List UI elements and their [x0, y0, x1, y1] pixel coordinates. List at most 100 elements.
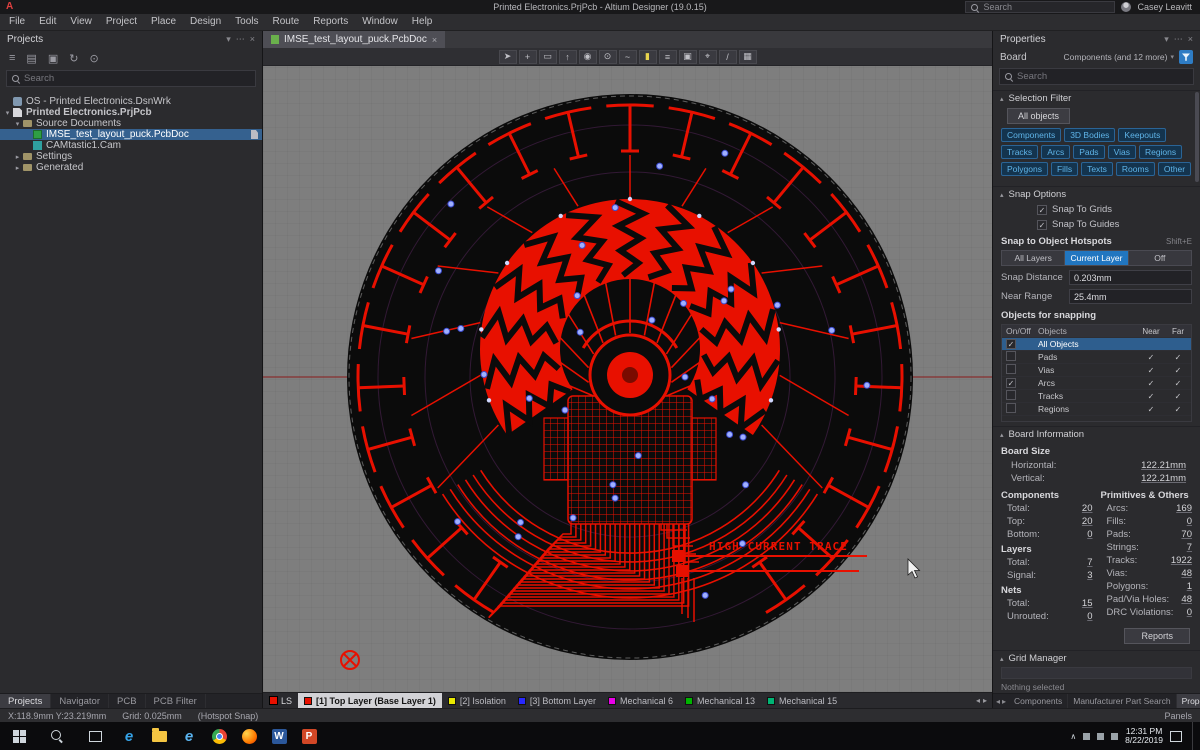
- expander-icon[interactable]: ▸: [13, 153, 22, 161]
- scrollbar[interactable]: [1195, 92, 1199, 182]
- hotspot-mode-current-layer[interactable]: Current Layer: [1065, 251, 1128, 265]
- panel-list-icon[interactable]: ≡: [9, 52, 15, 64]
- settings-icon[interactable]: ⊙: [89, 52, 98, 65]
- tray-expand-icon[interactable]: ∧: [1070, 732, 1076, 741]
- checkbox-icon[interactable]: ✓: [1037, 205, 1047, 215]
- tree-item-os-printed-electronics-dsnwrk[interactable]: OS - Printed Electronics.DsnWrk: [0, 96, 262, 107]
- section-grid-manager[interactable]: ▴ Grid Manager: [993, 650, 1200, 666]
- menu-item-design[interactable]: Design: [183, 14, 228, 30]
- word-icon[interactable]: W: [264, 722, 294, 750]
- open-project-icon[interactable]: ▣: [48, 52, 58, 65]
- snap-row-tracks[interactable]: Tracks✓✓: [1002, 390, 1191, 403]
- snap-row-all-objects[interactable]: ✓All Objects: [1002, 338, 1191, 351]
- document-tab[interactable]: IMSE_test_layout_puck.PcbDoc ×: [263, 31, 445, 48]
- tray-icon[interactable]: [1097, 733, 1104, 740]
- panel-tab-components[interactable]: Components: [1009, 694, 1068, 708]
- option-snap-to-guides[interactable]: ✓Snap To Guides: [993, 217, 1200, 232]
- menu-item-window[interactable]: Window: [355, 14, 405, 30]
- checkbox-icon[interactable]: ✓: [1006, 378, 1016, 388]
- checkbox-icon[interactable]: [1006, 390, 1016, 400]
- layer-set-chip[interactable]: LS: [263, 696, 298, 706]
- projects-tab-pcb[interactable]: PCB: [109, 694, 146, 708]
- checkbox-icon[interactable]: [1006, 364, 1016, 374]
- firefox-icon[interactable]: [234, 722, 264, 750]
- layer-tab-mechanical-15[interactable]: Mechanical 15: [761, 693, 843, 709]
- panel-tab-properties[interactable]: Properties: [1177, 694, 1200, 708]
- filter-chip-texts[interactable]: Texts: [1081, 162, 1113, 176]
- filter-chip-pads[interactable]: Pads: [1073, 145, 1104, 159]
- user-avatar[interactable]: [1121, 2, 1131, 12]
- layer-tab-2-isolation[interactable]: [2] Isolation: [442, 693, 512, 709]
- line-tool-icon[interactable]: /: [719, 50, 737, 64]
- filter-chip-arcs[interactable]: Arcs: [1041, 145, 1070, 159]
- tabs-scroll-right-icon[interactable]: ▸: [1002, 697, 1006, 706]
- expander-icon[interactable]: ▾: [13, 120, 22, 128]
- panels-button[interactable]: Panels: [1164, 711, 1192, 721]
- filter-chip-tracks[interactable]: Tracks: [1001, 145, 1038, 159]
- grid-tool-icon[interactable]: ▦: [739, 50, 757, 64]
- menu-item-view[interactable]: View: [63, 14, 99, 30]
- filter-icon[interactable]: [1179, 50, 1193, 64]
- menu-item-edit[interactable]: Edit: [32, 14, 63, 30]
- projects-tab-projects[interactable]: Projects: [0, 694, 51, 708]
- section-snap-options[interactable]: ▴ Snap Options: [993, 186, 1200, 202]
- filter-chip-components[interactable]: Components: [1001, 128, 1061, 142]
- layer-tab-3-bottom-layer[interactable]: [3] Bottom Layer: [512, 693, 602, 709]
- menu-item-tools[interactable]: Tools: [228, 14, 265, 30]
- projects-search-input[interactable]: Search: [6, 70, 256, 87]
- tree-item-source-documents[interactable]: ▾Source Documents: [0, 118, 262, 129]
- edge-icon[interactable]: e: [114, 722, 144, 750]
- panel-menu-icon[interactable]: ⋯: [236, 34, 245, 45]
- mask-tool-icon[interactable]: ▣: [679, 50, 697, 64]
- tabs-scroll-left-icon[interactable]: ◂: [996, 697, 1000, 706]
- powerpoint-icon[interactable]: P: [294, 722, 324, 750]
- filter-chip-rooms[interactable]: Rooms: [1116, 162, 1155, 176]
- layer-scroll-left-icon[interactable]: ◂: [976, 696, 980, 705]
- taskbar-search-button[interactable]: [38, 722, 76, 750]
- snap-row-arcs[interactable]: ✓Arcs✓✓: [1002, 377, 1191, 390]
- section-board-information[interactable]: ▴ Board Information: [993, 426, 1200, 442]
- menu-item-help[interactable]: Help: [405, 14, 440, 30]
- highlight-tool-icon[interactable]: ▮: [639, 50, 657, 64]
- checkbox-icon[interactable]: ✓: [1037, 220, 1047, 230]
- section-selection-filter[interactable]: ▴ Selection Filter: [993, 90, 1200, 106]
- panel-dropdown-icon[interactable]: ▾: [1164, 34, 1169, 45]
- crosshair-tool-icon[interactable]: +: [519, 50, 537, 64]
- layer-scroll-right-icon[interactable]: ▸: [983, 696, 987, 705]
- filter-chip-3d-bodies[interactable]: 3D Bodies: [1064, 128, 1115, 142]
- checkbox-icon[interactable]: ✓: [1006, 339, 1016, 349]
- hotspot-mode-all-layers[interactable]: All Layers: [1002, 251, 1065, 265]
- menu-item-route[interactable]: Route: [266, 14, 307, 30]
- tree-item-settings[interactable]: ▸Settings: [0, 151, 262, 162]
- panel-tab-manufacturer-part-search[interactable]: Manufacturer Part Search: [1068, 694, 1176, 708]
- action-center-icon[interactable]: [1170, 731, 1182, 742]
- global-search-input[interactable]: Search: [965, 1, 1115, 13]
- refresh-icon[interactable]: ↻: [69, 52, 78, 65]
- filter-chip-regions[interactable]: Regions: [1139, 145, 1182, 159]
- show-desktop-button[interactable]: [1192, 722, 1196, 750]
- pcb-canvas[interactable]: HIGH CURRENT TRACE: [263, 66, 992, 692]
- filter-chip-vias[interactable]: Vias: [1108, 145, 1136, 159]
- menu-item-file[interactable]: File: [2, 14, 32, 30]
- menu-item-reports[interactable]: Reports: [306, 14, 355, 30]
- origin-tool-icon[interactable]: ⌖: [699, 50, 717, 64]
- filter-chip-keepouts[interactable]: Keepouts: [1118, 128, 1166, 142]
- near-range-input[interactable]: 25.4mm: [1069, 289, 1192, 304]
- tree-item-imse-test-layout-puck-pcbdoc[interactable]: IMSE_test_layout_puck.PcbDoc: [0, 129, 262, 140]
- snap-row-regions[interactable]: Regions✓✓: [1002, 403, 1191, 416]
- taskbar-clock[interactable]: 12:31 PM 8/22/2019: [1125, 727, 1163, 746]
- properties-scope-selector[interactable]: Components (and 12 more) ▾: [1064, 52, 1174, 62]
- start-button[interactable]: [0, 722, 38, 750]
- panel-close-icon[interactable]: ×: [1188, 34, 1193, 45]
- snap-row-pads[interactable]: Pads✓✓: [1002, 351, 1191, 364]
- panel-menu-icon[interactable]: ⋯: [1174, 34, 1183, 45]
- task-view-button[interactable]: [76, 722, 114, 750]
- panel-close-icon[interactable]: ×: [250, 34, 255, 45]
- filter-chip-other[interactable]: Other: [1158, 162, 1191, 176]
- tree-item-generated[interactable]: ▸Generated: [0, 162, 262, 173]
- select-tool-icon[interactable]: ➤: [499, 50, 517, 64]
- tree-item-printed-electronics-prjpcb[interactable]: ▾Printed Electronics.PrjPcb: [0, 107, 262, 118]
- area-select-tool-icon[interactable]: ▭: [539, 50, 557, 64]
- tray-icon[interactable]: [1083, 733, 1090, 740]
- expander-icon[interactable]: ▾: [3, 109, 12, 117]
